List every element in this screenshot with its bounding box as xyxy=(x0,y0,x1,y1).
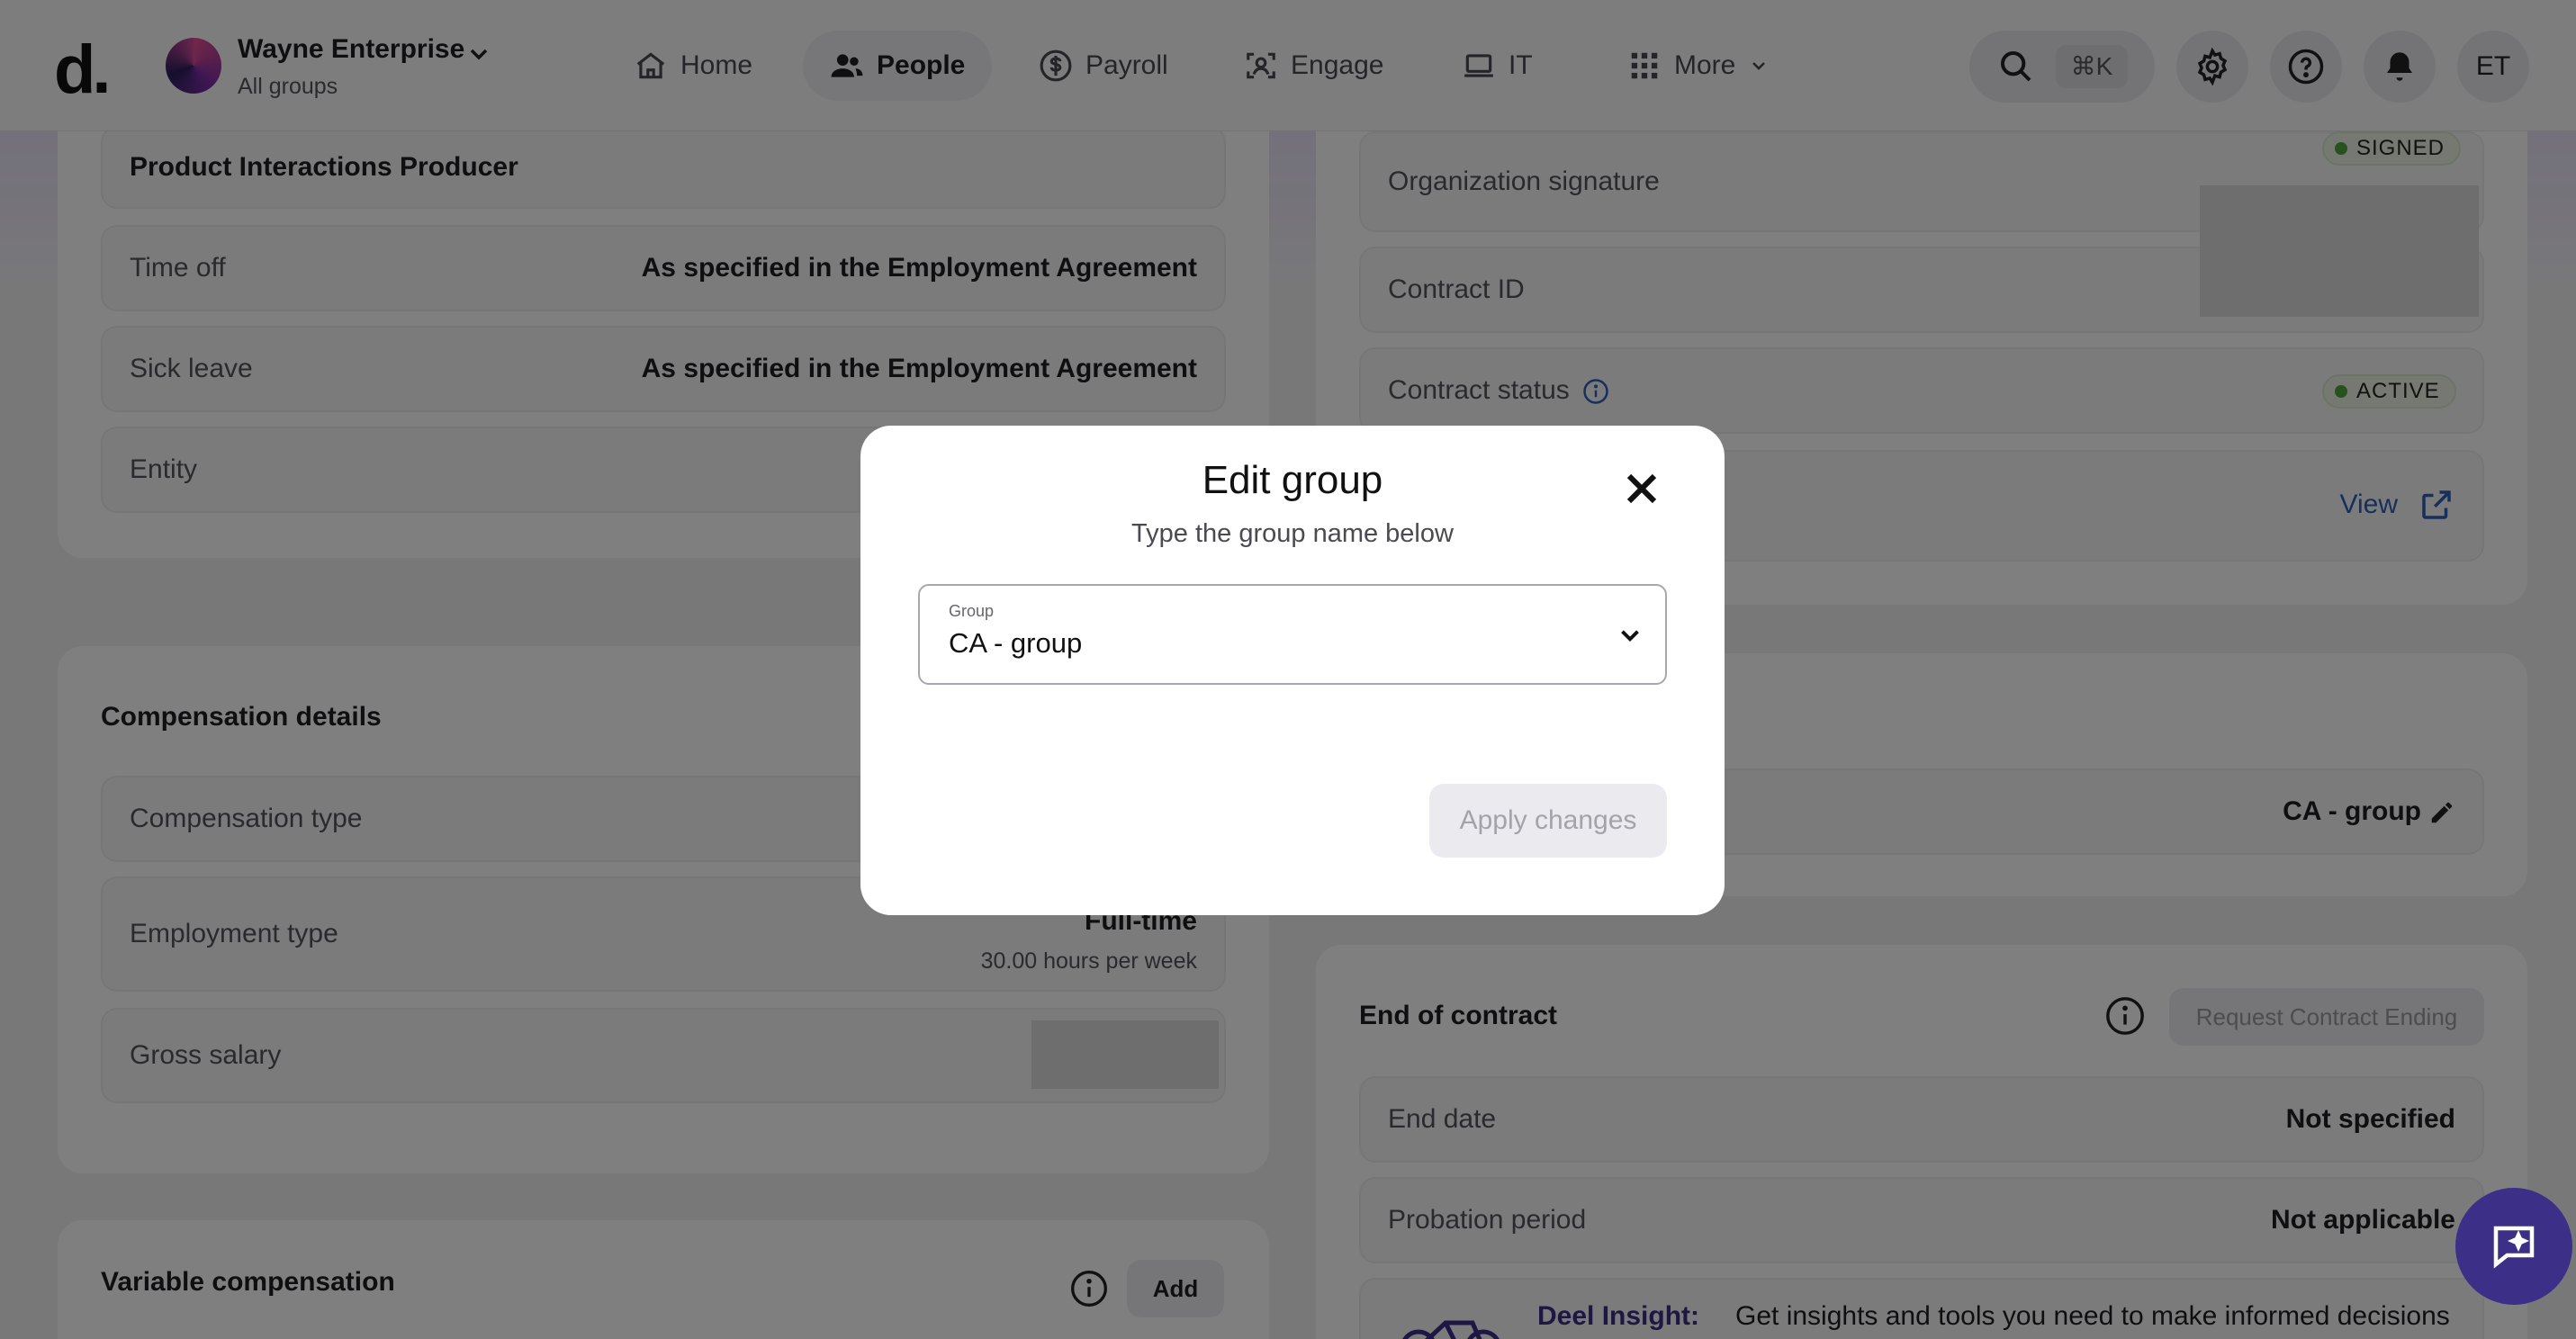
close-icon[interactable] xyxy=(1617,463,1667,514)
group-field-value: CA - group xyxy=(949,627,1083,659)
group-field-label: Group xyxy=(949,602,995,620)
chat-sparkle-icon xyxy=(2493,1226,2535,1269)
chevron-down-icon xyxy=(1621,630,1639,643)
edit-group-dialog: Edit group Type the group name below Gro… xyxy=(860,426,1725,915)
dialog-subtitle: Type the group name below xyxy=(1131,519,1454,548)
chat-support-button[interactable] xyxy=(2455,1188,2572,1305)
group-select[interactable]: Group CA - group xyxy=(918,584,1667,685)
apply-changes-button[interactable]: Apply changes xyxy=(1429,784,1667,858)
dialog-title: Edit group xyxy=(1202,458,1383,502)
